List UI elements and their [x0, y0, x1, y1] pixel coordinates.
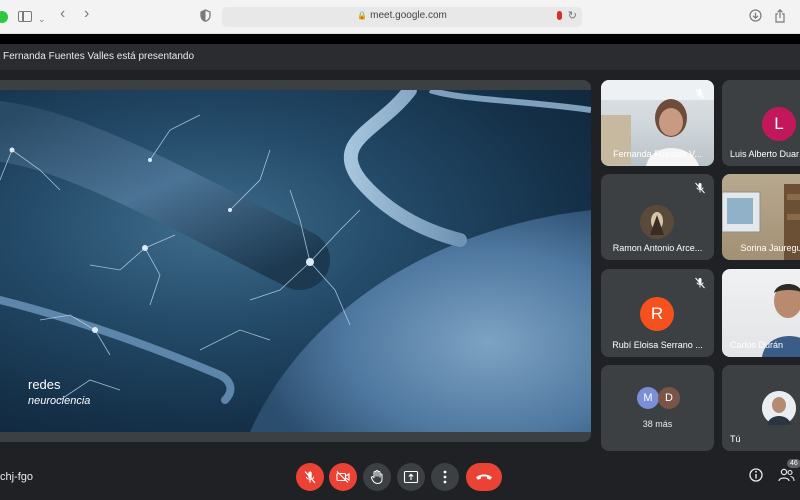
info-icon [749, 468, 763, 482]
download-icon[interactable] [749, 9, 762, 26]
participant-tile[interactable]: Carlos Durán [722, 269, 800, 357]
participant-name: Fernanda Fuentes V... [613, 149, 702, 159]
lock-icon: 🔒 [357, 11, 368, 20]
presentation-area[interactable]: redes neurociencia [0, 80, 591, 442]
more-participants-label: 38 más [642, 419, 673, 429]
back-icon[interactable]: ‹ [60, 6, 65, 22]
avatar: M [637, 387, 659, 409]
participant-name: Ramon Antonio Arce... [612, 243, 703, 253]
forward-icon[interactable]: › [84, 6, 89, 22]
present-screen-button[interactable] [397, 463, 425, 491]
microphone-off-icon [694, 276, 706, 289]
phone-hangup-icon [476, 474, 492, 480]
participant-tile[interactable]: Sorina Jauregui [722, 174, 800, 260]
reload-icon[interactable]: ↻ [568, 9, 577, 22]
participant-name: Luis Alberto Duar [730, 149, 800, 159]
shield-icon[interactable] [200, 9, 211, 26]
slide-caption-title: redes [28, 377, 61, 392]
people-icon [778, 468, 795, 482]
url-text: meet.google.com [370, 10, 447, 21]
participant-name: Tú [730, 434, 741, 444]
camera-off-icon [336, 471, 350, 483]
meeting-code: chj-fgo [0, 471, 34, 483]
meeting-details-button[interactable] [749, 468, 763, 487]
avatar [762, 391, 796, 425]
participant-tile[interactable]: Ramon Antonio Arce... [601, 174, 714, 260]
window-maximize-button[interactable] [0, 11, 8, 23]
microphone-off-icon [694, 181, 706, 194]
more-options-button[interactable] [431, 463, 459, 491]
participant-tile[interactable]: Fernanda Fuentes V... [601, 80, 714, 166]
participant-tile[interactable]: R Rubí Eloisa Serrano ... [601, 269, 714, 357]
people-button[interactable] [778, 468, 795, 487]
more-vert-icon [443, 470, 447, 484]
hand-icon [370, 470, 383, 485]
participant-name: Rubí Eloisa Serrano ... [612, 340, 703, 350]
microphone-toggle-button[interactable] [296, 463, 324, 491]
presenting-label: Fernanda Fuentes Valles está presentando [3, 51, 195, 62]
raise-hand-button[interactable] [363, 463, 391, 491]
address-bar[interactable]: 🔒 meet.google.com ↻ [222, 7, 582, 27]
microphone-active-icon[interactable] [557, 11, 562, 20]
camera-toggle-button[interactable] [329, 463, 357, 491]
presenter-bar: Fernanda Fuentes Valles está presentando [0, 44, 800, 70]
participant-name: Carlos Durán [730, 340, 784, 350]
self-tile[interactable]: Tú [722, 365, 800, 451]
avatar: D [658, 387, 680, 409]
more-participants-tile[interactable]: M D 38 más [601, 365, 714, 451]
sidebar-toggle-icon[interactable] [18, 11, 32, 22]
leave-call-button[interactable] [466, 463, 502, 491]
participant-count-badge: 46 [787, 459, 800, 468]
share-icon[interactable] [774, 8, 786, 27]
avatar: L [762, 107, 796, 141]
chevron-down-icon[interactable]: ⌄ [38, 11, 46, 27]
neuron-illustration [0, 90, 591, 432]
microphone-off-icon [304, 471, 316, 484]
microphone-off-icon [694, 87, 706, 100]
slide-caption-subtitle: neurociencia [28, 395, 91, 407]
participant-tile[interactable]: L Luis Alberto Duar [722, 80, 800, 166]
avatar: R [640, 297, 674, 331]
presentation-slide: redes neurociencia [0, 90, 591, 432]
participant-name: Sorina Jauregui [740, 243, 800, 253]
browser-toolbar: ⌄ ‹ › 🔒 meet.google.com ↻ [0, 0, 800, 34]
avatar [640, 205, 674, 239]
window-divider [0, 34, 800, 44]
present-icon [403, 470, 419, 484]
